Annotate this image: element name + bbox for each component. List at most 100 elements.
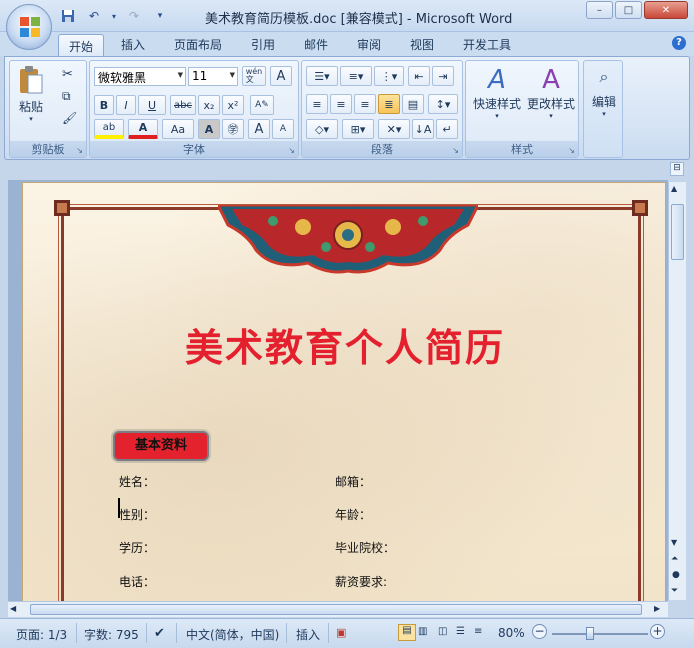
- redo-icon[interactable]: ↷: [124, 7, 144, 25]
- italic-button[interactable]: I: [116, 95, 136, 115]
- draft-view-icon[interactable]: ≡: [474, 626, 482, 637]
- tab-view[interactable]: 视图: [410, 36, 434, 53]
- chinese-layout-button[interactable]: ✕▾: [378, 119, 410, 139]
- tab-page-layout[interactable]: 页面布局: [174, 36, 222, 53]
- language-status[interactable]: 中文(简体，中国): [186, 626, 279, 643]
- office-button[interactable]: [6, 4, 52, 50]
- tab-mailings[interactable]: 邮件: [304, 36, 328, 53]
- document-area[interactable]: 美术教育个人简历 基本资料 姓名： 邮箱： 性别： 年龄： 学历： 毕业院校： …: [8, 180, 668, 601]
- grow-font-button[interactable]: A: [248, 119, 270, 139]
- quick-styles-icon: A: [488, 65, 506, 95]
- copy-icon[interactable]: ⧉: [62, 89, 71, 104]
- change-styles-button[interactable]: A 更改样式 ▾: [524, 65, 578, 120]
- bullets-button[interactable]: ☰▾: [306, 66, 338, 86]
- horizontal-scroll-thumb[interactable]: [30, 604, 642, 615]
- editing-button[interactable]: ⌕ 编辑 ▾: [588, 67, 620, 118]
- phonetic-guide-button[interactable]: wén 文: [242, 66, 266, 86]
- shrink-font-button[interactable]: A: [272, 119, 294, 139]
- zoom-slider-thumb[interactable]: [586, 627, 594, 640]
- frame-corner: [54, 200, 70, 216]
- scroll-up-icon[interactable]: ▲: [671, 184, 677, 193]
- superscript-button[interactable]: x²: [222, 95, 244, 115]
- tab-references[interactable]: 引用: [251, 36, 275, 53]
- justify-button[interactable]: ≣: [378, 94, 400, 114]
- dialog-launcher-icon[interactable]: ↘: [452, 146, 459, 155]
- zoom-level[interactable]: 80%: [498, 626, 525, 640]
- format-painter-icon[interactable]: 🖌: [62, 111, 77, 125]
- proofing-icon[interactable]: ✔: [154, 626, 165, 641]
- font-size-combo[interactable]: 11 ▼: [188, 67, 238, 86]
- scroll-thumb[interactable]: [671, 204, 684, 260]
- zoom-in-icon[interactable]: +: [650, 624, 665, 639]
- change-case-button[interactable]: Aa: [162, 119, 194, 139]
- zoom-slider-track[interactable]: [552, 633, 648, 635]
- font-name-combo[interactable]: 微软雅黑 ▼: [94, 67, 186, 86]
- decrease-indent-button[interactable]: ⇤: [408, 66, 430, 86]
- undo-icon[interactable]: ↶: [84, 7, 104, 25]
- view-ruler-icon[interactable]: ⊟: [670, 162, 684, 176]
- paste-button[interactable]: 粘贴 ▾: [16, 65, 46, 127]
- macro-record-icon[interactable]: ▣: [336, 626, 346, 639]
- paragraph-group-label: 段落: [302, 141, 462, 157]
- next-page-icon[interactable]: ⏷: [671, 586, 678, 596]
- scroll-down-icon[interactable]: ▼: [671, 538, 677, 547]
- dialog-launcher-icon[interactable]: ↘: [568, 146, 575, 155]
- enclose-characters-button[interactable]: ㊫: [222, 119, 244, 139]
- horizontal-scrollbar[interactable]: ◀ ▶: [8, 601, 668, 617]
- dialog-launcher-icon[interactable]: ↘: [76, 146, 83, 155]
- distributed-button[interactable]: ▤: [402, 94, 424, 114]
- align-right-button[interactable]: ≡: [354, 94, 376, 114]
- outline-view-icon[interactable]: ☰: [456, 626, 465, 637]
- show-marks-button[interactable]: ↵: [436, 119, 458, 139]
- align-center-button[interactable]: ≡: [330, 94, 352, 114]
- quick-styles-button[interactable]: A 快速样式 ▾: [472, 65, 522, 120]
- word-count[interactable]: 字数: 795: [84, 626, 139, 643]
- dialog-launcher-icon[interactable]: ↘: [288, 146, 295, 155]
- tab-insert[interactable]: 插入: [121, 36, 145, 53]
- previous-page-icon[interactable]: ⏶: [671, 554, 678, 564]
- browse-object-icon[interactable]: ●: [672, 570, 680, 580]
- font-color-button[interactable]: A: [128, 119, 158, 139]
- tab-review[interactable]: 审阅: [357, 36, 381, 53]
- web-layout-icon[interactable]: ◫: [438, 626, 447, 637]
- align-left-button[interactable]: ≡: [306, 94, 328, 114]
- insert-mode[interactable]: 插入: [296, 626, 320, 643]
- ribbon: 粘贴 ▾ ✂ ⧉ 🖌 剪贴板 ↘ 微软雅黑 ▼ 11 ▼ wén 文 A B I U …: [4, 56, 690, 160]
- bold-button[interactable]: B: [94, 95, 114, 115]
- borders-button[interactable]: ⊞▾: [342, 119, 374, 139]
- multilevel-list-button[interactable]: ⋮▾: [374, 66, 404, 86]
- scroll-right-icon[interactable]: ▶: [654, 604, 660, 613]
- character-shading-button[interactable]: A: [198, 119, 220, 139]
- sort-button[interactable]: ↓A: [412, 119, 434, 139]
- maximize-button[interactable]: □: [615, 1, 642, 19]
- zoom-out-icon[interactable]: −: [532, 624, 547, 639]
- shading-button[interactable]: ◇▾: [306, 119, 338, 139]
- strikethrough-button[interactable]: abc: [170, 95, 196, 115]
- tab-home[interactable]: 开始: [58, 34, 104, 56]
- tab-developer[interactable]: 开发工具: [463, 36, 511, 53]
- scroll-left-icon[interactable]: ◀: [10, 604, 16, 613]
- highlight-button[interactable]: ab: [94, 119, 124, 139]
- help-icon[interactable]: ?: [672, 36, 686, 50]
- page-count[interactable]: 页面: 1/3: [16, 626, 67, 643]
- full-screen-reading-icon[interactable]: ▥: [418, 626, 427, 637]
- dropdown-arrow-icon[interactable]: ▾: [110, 7, 118, 25]
- vertical-scrollbar[interactable]: ▲ ▼ ⏶ ● ⏷: [668, 182, 686, 600]
- divider: [146, 623, 147, 643]
- save-icon[interactable]: [58, 7, 78, 25]
- clear-formatting-button[interactable]: A✎: [250, 95, 274, 115]
- clipboard-group-label: 剪贴板: [10, 141, 86, 157]
- cut-icon[interactable]: ✂: [62, 67, 73, 82]
- line-spacing-button[interactable]: ↕▾: [428, 94, 458, 114]
- subscript-button[interactable]: x₂: [198, 95, 220, 115]
- increase-indent-button[interactable]: ⇥: [432, 66, 454, 86]
- close-button[interactable]: ✕: [644, 1, 688, 19]
- document-page[interactable]: 美术教育个人简历 基本资料 姓名： 邮箱： 性别： 年龄： 学历： 毕业院校： …: [22, 182, 666, 601]
- numbering-button[interactable]: ≡▾: [340, 66, 372, 86]
- underline-button[interactable]: U: [138, 95, 166, 115]
- print-layout-view-icon[interactable]: ▤: [398, 624, 416, 641]
- quick-styles-label: 快速样式: [472, 97, 521, 111]
- minimize-button[interactable]: –: [586, 1, 613, 19]
- customize-qat-icon[interactable]: ▾: [150, 7, 170, 25]
- character-border-button[interactable]: A: [270, 66, 292, 86]
